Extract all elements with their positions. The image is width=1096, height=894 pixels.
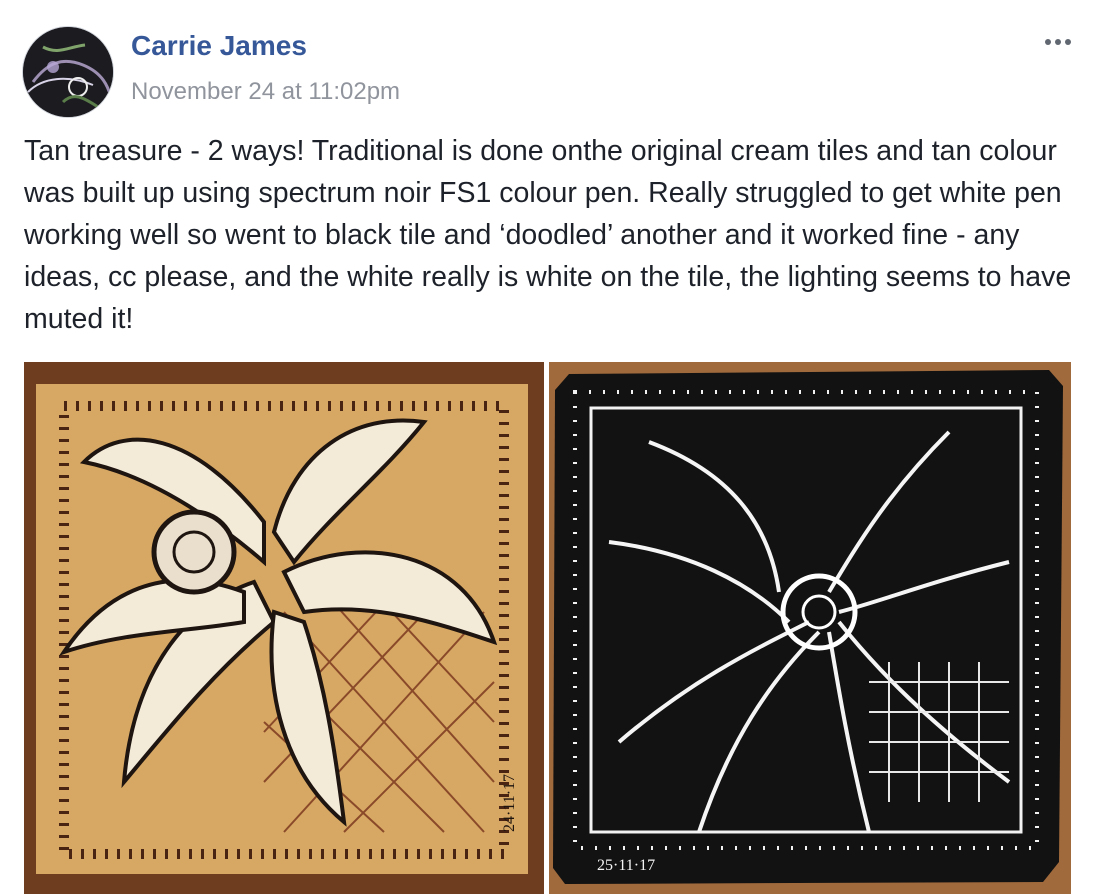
more-dot [1065,39,1071,45]
flower-center [151,509,237,595]
black-tile-image: 25·11·17 [549,362,1071,894]
author-avatar[interactable] [22,26,114,118]
photo-black-tile[interactable]: 25·11·17 [549,362,1071,894]
more-dot [1055,39,1061,45]
tan-tile-image: 24·11·17 [24,362,544,894]
author-name-link[interactable]: Carrie James [131,30,307,62]
post-body-text: Tan treasure - 2 ways! Traditional is do… [24,135,1072,335]
post-timestamp-link[interactable]: November 24 at 11:02pm [131,78,400,106]
more-options-icon[interactable] [1036,28,1080,56]
tan-tile-signature: 24·11·17 [501,774,518,832]
tile-background [553,370,1063,884]
more-dot [1045,39,1051,45]
post-card: Carrie James November 24 at 11:02pm Tan … [0,0,1096,894]
photo-tan-tile[interactable]: 24·11·17 [24,362,544,894]
black-tile-signature: 25·11·17 [597,857,655,874]
avatar-image [23,27,113,117]
